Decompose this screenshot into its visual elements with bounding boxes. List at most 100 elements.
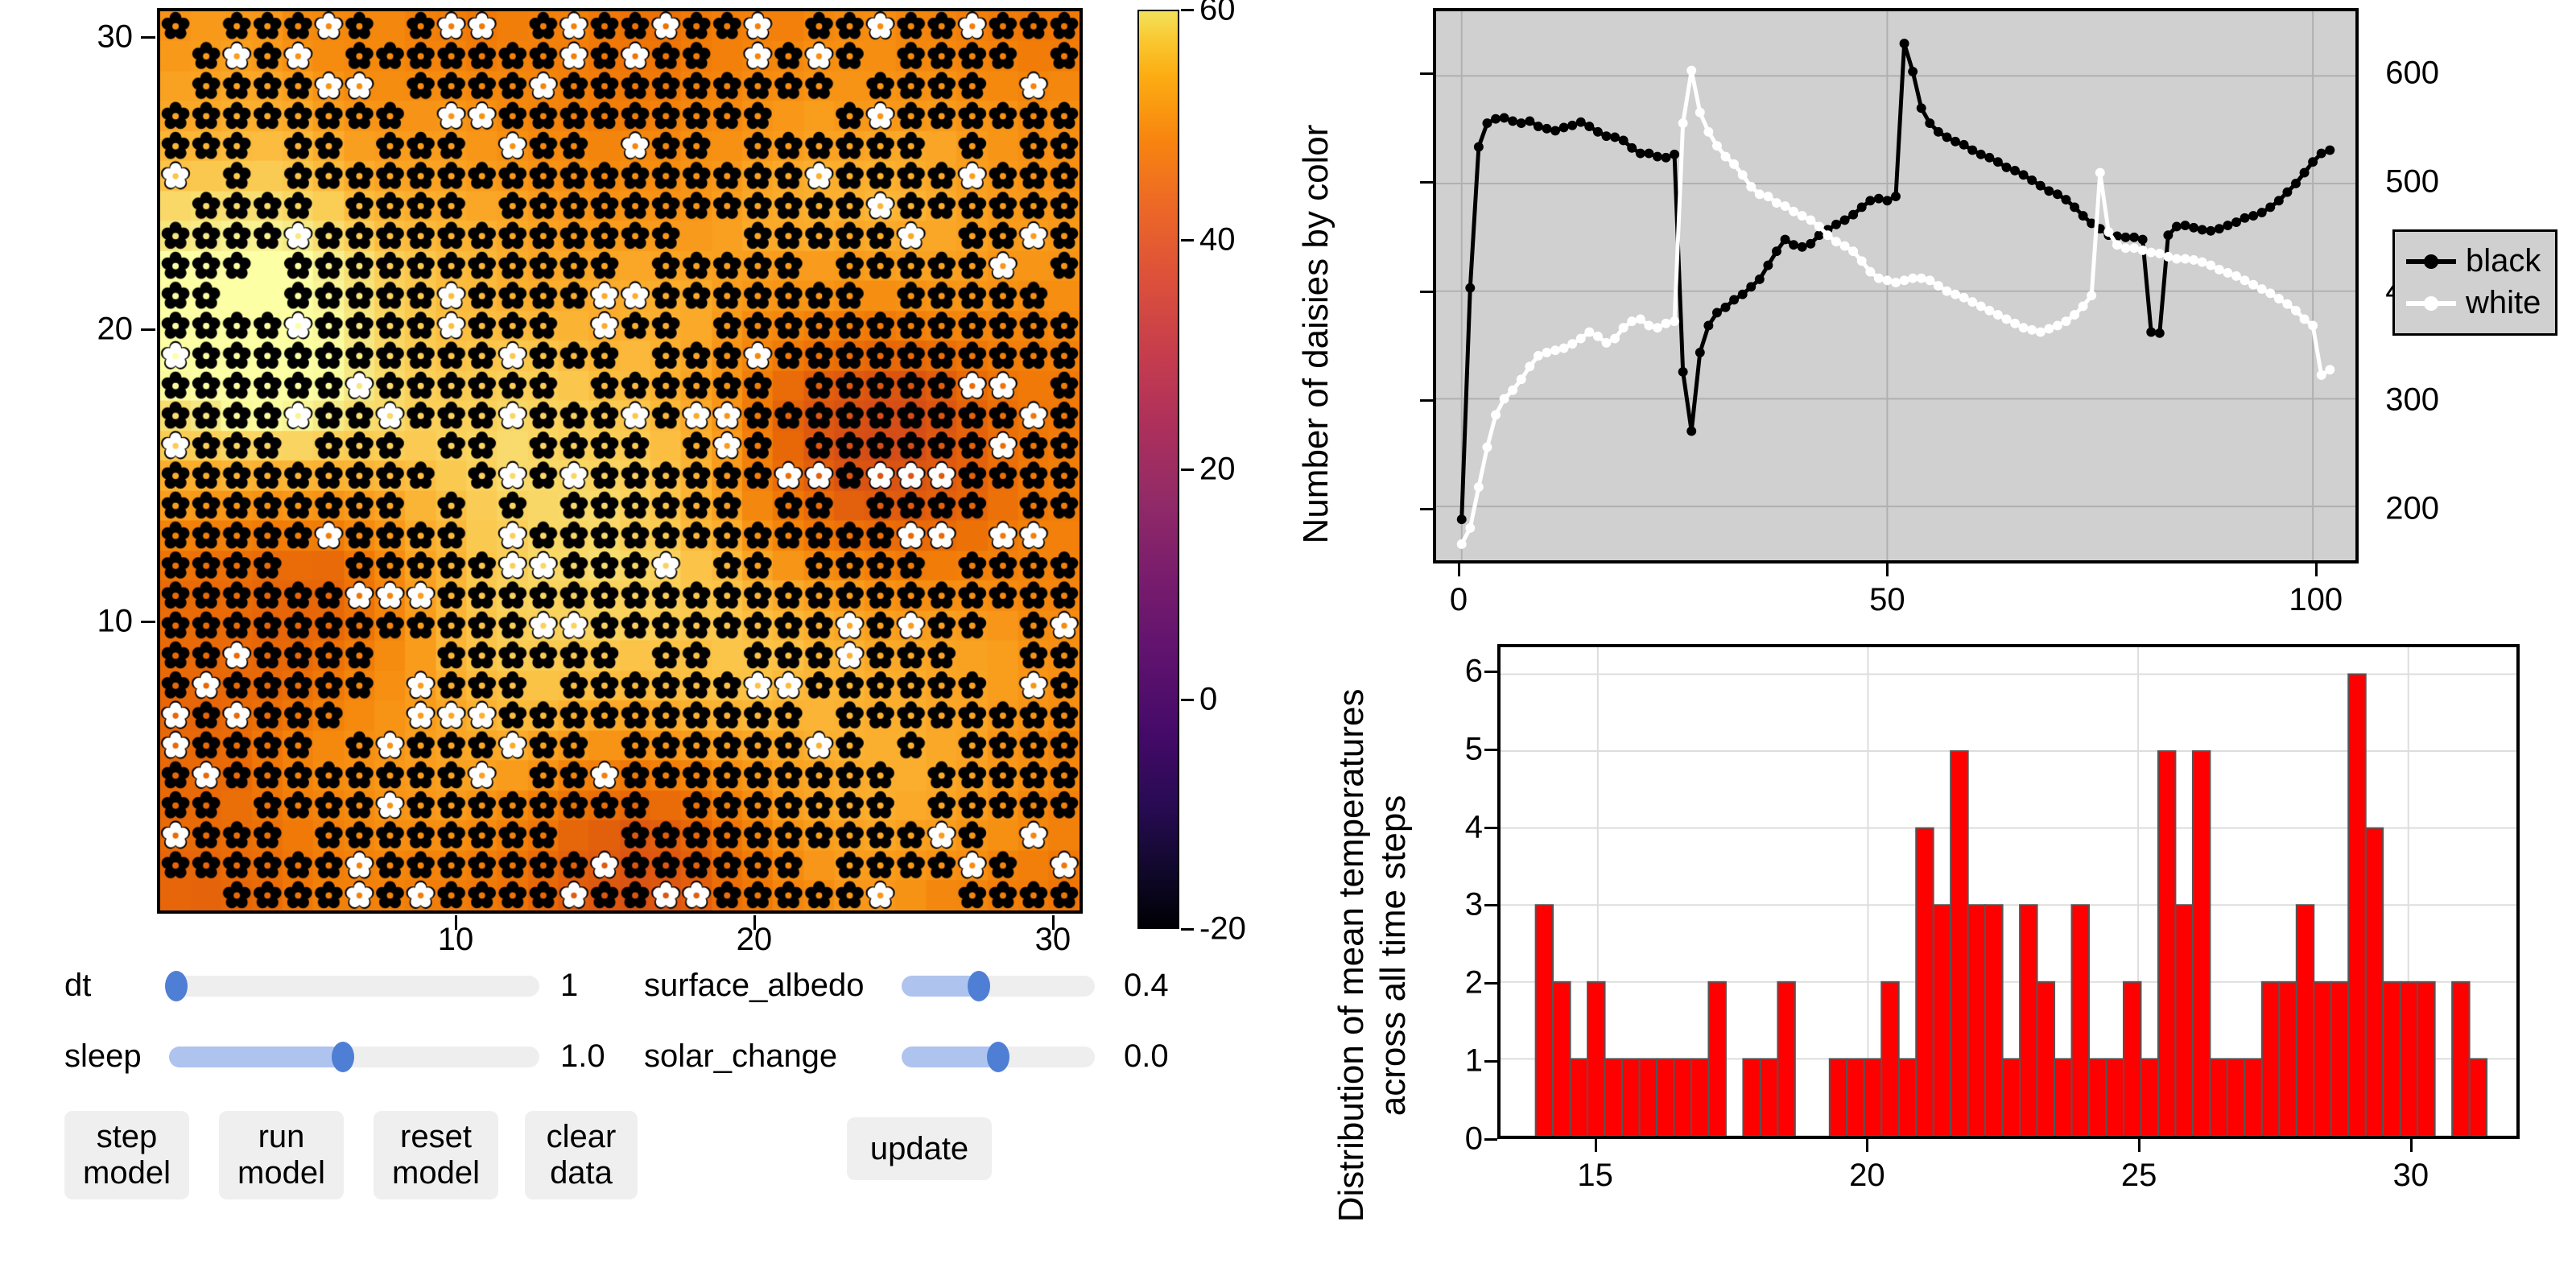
histogram-bar: [2417, 980, 2436, 1136]
colorbar-tick-mark: [1181, 9, 1194, 11]
update-button[interactable]: update: [847, 1117, 992, 1180]
slider-knob-solar-change[interactable]: [987, 1041, 1009, 1072]
run-model-button[interactable]: run model: [219, 1111, 344, 1199]
line-marker-black: [2316, 148, 2326, 159]
histogram-bar: [2054, 1058, 2073, 1136]
slider-label-surface-albedo: surface_albedo: [644, 968, 865, 1003]
slider-label-solar-change: solar_change: [644, 1038, 838, 1074]
histogram-bar: [1742, 1058, 1761, 1136]
line-marker-black: [2018, 170, 2029, 180]
slider-solar-change[interactable]: [902, 1041, 1095, 1072]
line-marker-black: [1711, 308, 1722, 318]
line-marker-white: [2001, 314, 2012, 324]
histogram-bar: [2122, 980, 2142, 1136]
line-marker-white: [1635, 314, 1645, 324]
line-marker-white: [1695, 107, 1705, 118]
slider-row-sleep: sleep 1.0: [64, 1038, 657, 1075]
line-marker-white: [1967, 297, 1978, 307]
line-marker-white: [1942, 286, 1952, 296]
line-marker-black: [1584, 122, 1595, 132]
line-marker-white: [1584, 327, 1595, 337]
line-marker-white: [2180, 254, 2190, 264]
histogram-bar: [1621, 1058, 1641, 1136]
world-grid-plot[interactable]: [157, 8, 1083, 914]
colorbar-tick-mark: [1181, 238, 1194, 242]
clear-data-button[interactable]: clear data: [525, 1111, 638, 1199]
line-chart-plot-area[interactable]: [1433, 8, 2359, 564]
histogram-bar: [1569, 1058, 1589, 1136]
colorbar-tick-label: 20: [1199, 451, 1236, 487]
run-model-button-line2: model: [237, 1155, 325, 1191]
line-chart-svg: [1436, 11, 2355, 560]
line-marker-black: [1670, 149, 1680, 159]
histogram-xtick-mark: [1594, 1139, 1597, 1152]
histogram-ytick-mark: [1484, 982, 1497, 985]
line-marker-white: [1933, 281, 1943, 291]
histogram-ytick-label: 3: [1464, 886, 1483, 923]
histogram-bar: [1604, 1058, 1624, 1136]
line-marker-black: [2044, 186, 2054, 196]
line-marker-black: [1652, 151, 1662, 162]
line-marker-white: [1525, 361, 1535, 372]
line-marker-white: [2273, 294, 2284, 303]
line-chart-ytick-label: 200: [2385, 490, 2439, 526]
line-chart-xtick-mark: [2314, 564, 2318, 576]
slider-value-surface-albedo: 0.4: [1124, 968, 1169, 1003]
slider-surface-albedo[interactable]: [902, 970, 1095, 1001]
line-marker-black: [1508, 116, 1518, 126]
histogram-ytick-mark: [1484, 904, 1497, 907]
histogram-bar: [2019, 904, 2038, 1136]
line-marker-white: [1780, 201, 1790, 211]
reset-model-button[interactable]: reset model: [374, 1111, 498, 1199]
world-xtick-mark: [753, 915, 756, 930]
line-marker-white: [2044, 324, 2054, 334]
slider-value-solar-change: 0.0: [1124, 1038, 1169, 1074]
line-marker-black: [1831, 219, 1841, 229]
line-marker-black: [1806, 238, 1816, 249]
legend-item-black[interactable]: black: [2406, 240, 2541, 282]
world-heatmap-canvas[interactable]: [160, 11, 1080, 910]
line-marker-white: [2112, 240, 2122, 250]
legend-item-white[interactable]: white: [2406, 282, 2541, 324]
histogram-bar: [2001, 1058, 2021, 1136]
line-marker-white: [1729, 159, 1740, 169]
histogram-xtick-label: 15: [1577, 1158, 1613, 1193]
line-marker-black: [1592, 126, 1603, 137]
line-marker-white: [1975, 301, 1986, 312]
line-marker-black: [2010, 165, 2020, 175]
line-marker-white: [1959, 292, 1969, 303]
line-marker-black: [2001, 162, 2012, 172]
histogram-bar: [2036, 980, 2056, 1136]
line-chart-ytick-label: 300: [2385, 382, 2439, 418]
histogram-ylabel: Distribution of mean temperatures across…: [1331, 642, 1414, 1269]
line-marker-white: [2137, 245, 2148, 255]
histogram-plot-area[interactable]: [1497, 644, 2520, 1139]
line-chart-ytick-label: 600: [2385, 55, 2439, 91]
line-marker-black: [1780, 234, 1790, 245]
line-chart-legend[interactable]: black white: [2392, 229, 2558, 336]
line-marker-white: [1806, 215, 1816, 225]
colorbar-tick-label: 40: [1199, 221, 1236, 257]
colorbar-tick-mark: [1181, 928, 1194, 931]
slider-knob-dt[interactable]: [165, 970, 188, 1001]
histogram-bar: [2399, 980, 2419, 1136]
daisyworld-grid-panel: 10 20 30 10 20 30: [0, 0, 1127, 957]
histogram-xtick-label: 25: [2120, 1158, 2157, 1193]
slider-dt[interactable]: [165, 970, 539, 1001]
line-marker-white: [2265, 288, 2276, 299]
slider-knob-surface-albedo[interactable]: [968, 970, 990, 1001]
line-marker-black: [1499, 113, 1509, 123]
slider-sleep[interactable]: [169, 1041, 539, 1072]
histogram-bar: [1534, 904, 1554, 1136]
line-marker-white: [2154, 248, 2165, 258]
line-marker-white: [2206, 260, 2216, 270]
line-chart-xtick-label: 0: [1449, 582, 1468, 617]
histogram-bar: [2105, 1058, 2124, 1136]
line-marker-white: [1473, 482, 1484, 492]
line-marker-black: [2214, 224, 2224, 234]
histogram-bar: [1638, 1058, 1657, 1136]
step-model-button[interactable]: step model: [64, 1111, 189, 1199]
slider-knob-sleep[interactable]: [332, 1041, 355, 1072]
line-marker-black: [2154, 328, 2165, 338]
histogram-bar: [2070, 904, 2091, 1136]
